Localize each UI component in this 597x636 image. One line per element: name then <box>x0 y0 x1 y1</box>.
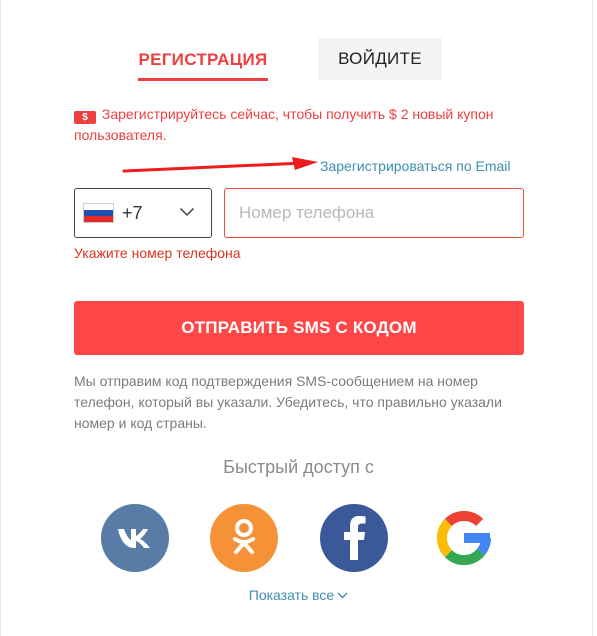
coupon-icon: $ <box>74 111 96 124</box>
dial-code: +7 <box>122 202 143 223</box>
show-all-link[interactable]: Показать все <box>0 587 597 603</box>
frame-border-left <box>0 0 1 636</box>
sms-info-text: Мы отправим код подтверждения SMS-сообще… <box>74 373 502 431</box>
phone-number-input[interactable] <box>224 188 524 238</box>
russia-flag-icon <box>83 203 114 223</box>
phone-error-message: Укажите номер телефона <box>74 245 241 261</box>
tab-login[interactable]: ВОЙДИТЕ <box>318 38 442 80</box>
google-login-button[interactable] <box>430 504 498 572</box>
red-arrow-annotation <box>122 157 318 173</box>
facebook-icon <box>344 516 366 560</box>
google-icon <box>436 510 492 566</box>
frame-border-right <box>592 0 593 636</box>
show-all-label: Показать все <box>248 587 335 603</box>
chevron-down-icon <box>179 207 195 217</box>
quick-access-title: Быстрый доступ с <box>223 457 374 477</box>
vk-icon <box>118 529 150 548</box>
odnoklassniki-login-button[interactable] <box>210 504 278 572</box>
facebook-login-button[interactable] <box>320 504 388 572</box>
country-code-select[interactable]: +7 <box>74 188 212 238</box>
vk-login-button[interactable] <box>101 504 169 572</box>
register-by-email-link[interactable]: Зарегистрироваться по Email <box>320 158 511 174</box>
tab-register[interactable]: РЕГИСТРАЦИЯ <box>128 40 278 80</box>
active-tab-indicator <box>138 78 268 81</box>
send-sms-code-button[interactable]: ОТПРАВИТЬ SMS С КОДОМ <box>74 301 524 355</box>
chevron-down-icon <box>337 592 348 599</box>
ok-icon <box>233 519 255 554</box>
promo-message: $ Зарегистрируйтесь сейчас, чтобы получи… <box>74 104 534 146</box>
promo-text: Зарегистрируйтесь сейчас, чтобы получить… <box>74 106 494 143</box>
